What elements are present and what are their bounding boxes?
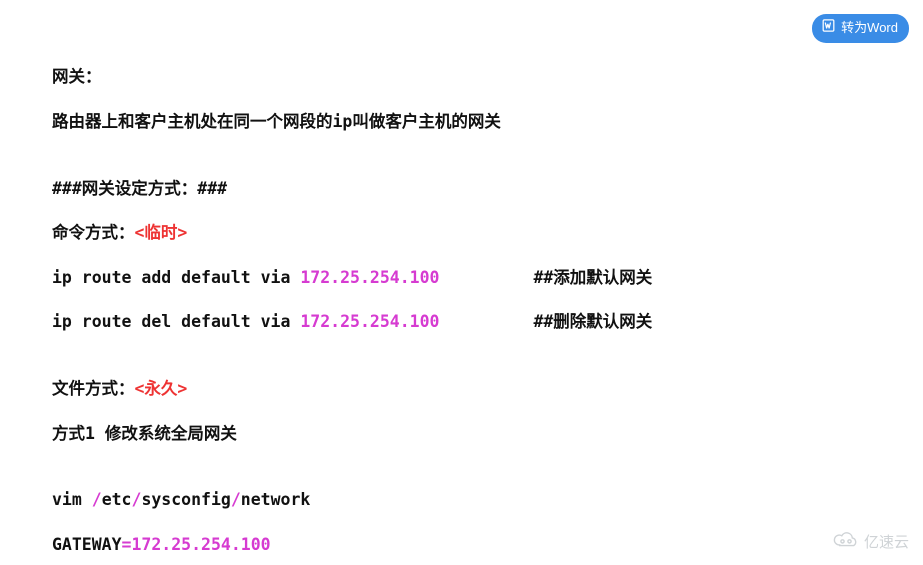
path: sysconfig xyxy=(141,490,230,509)
document-content: 网关： 路由器上和客户主机处在同一个网段的ip叫做客户主机的网关 ###网关设定… xyxy=(8,6,915,565)
text: 文件方式： xyxy=(52,379,135,398)
text-line: vim /etc/sysconfig/network xyxy=(52,489,871,511)
cmd: ip route add default via xyxy=(52,268,300,287)
path: network xyxy=(241,490,311,509)
text-temporary: <临时> xyxy=(135,223,188,242)
word-icon xyxy=(821,18,836,38)
watermark-text: 亿速云 xyxy=(864,533,909,553)
ip-address: 172.25.254.100 xyxy=(300,268,439,287)
text-permanent: <永久> xyxy=(135,379,188,398)
watermark: 亿速云 xyxy=(832,531,909,555)
text-line: ip route add default via 172.25.254.100 #… xyxy=(52,267,871,289)
cmd: vim xyxy=(52,490,92,509)
text-line: ip route del default via 172.25.254.100 #… xyxy=(52,311,871,333)
text-line: 路由器上和客户主机处在同一个网段的ip叫做客户主机的网关 xyxy=(52,111,871,133)
cmd: ip route del default via xyxy=(52,312,300,331)
sep: / xyxy=(231,490,241,509)
path: etc xyxy=(102,490,132,509)
text-line: GATEWAY=172.25.254.100 xyxy=(52,534,871,556)
cloud-icon xyxy=(832,531,860,555)
ip-address: 172.25.254.100 xyxy=(131,535,270,554)
sep: / xyxy=(92,490,102,509)
comment: ##添加默认网关 xyxy=(533,268,652,287)
sep: / xyxy=(132,490,142,509)
eq: = xyxy=(122,535,132,554)
text-line: 方式1 修改系统全局网关 xyxy=(52,423,871,445)
text-line: 网关： xyxy=(52,66,871,88)
key: GATEWAY xyxy=(52,535,122,554)
text-line: 命令方式：<临时> xyxy=(52,222,871,244)
convert-to-word-button[interactable]: 转为Word xyxy=(812,14,909,43)
ip-address: 172.25.254.100 xyxy=(300,312,439,331)
text-line: 文件方式：<永久> xyxy=(52,378,871,400)
comment: ##删除默认网关 xyxy=(533,312,652,331)
text-line: ###网关设定方式：### xyxy=(52,178,871,200)
convert-to-word-label: 转为Word xyxy=(841,19,898,37)
text: 命令方式： xyxy=(52,223,135,242)
